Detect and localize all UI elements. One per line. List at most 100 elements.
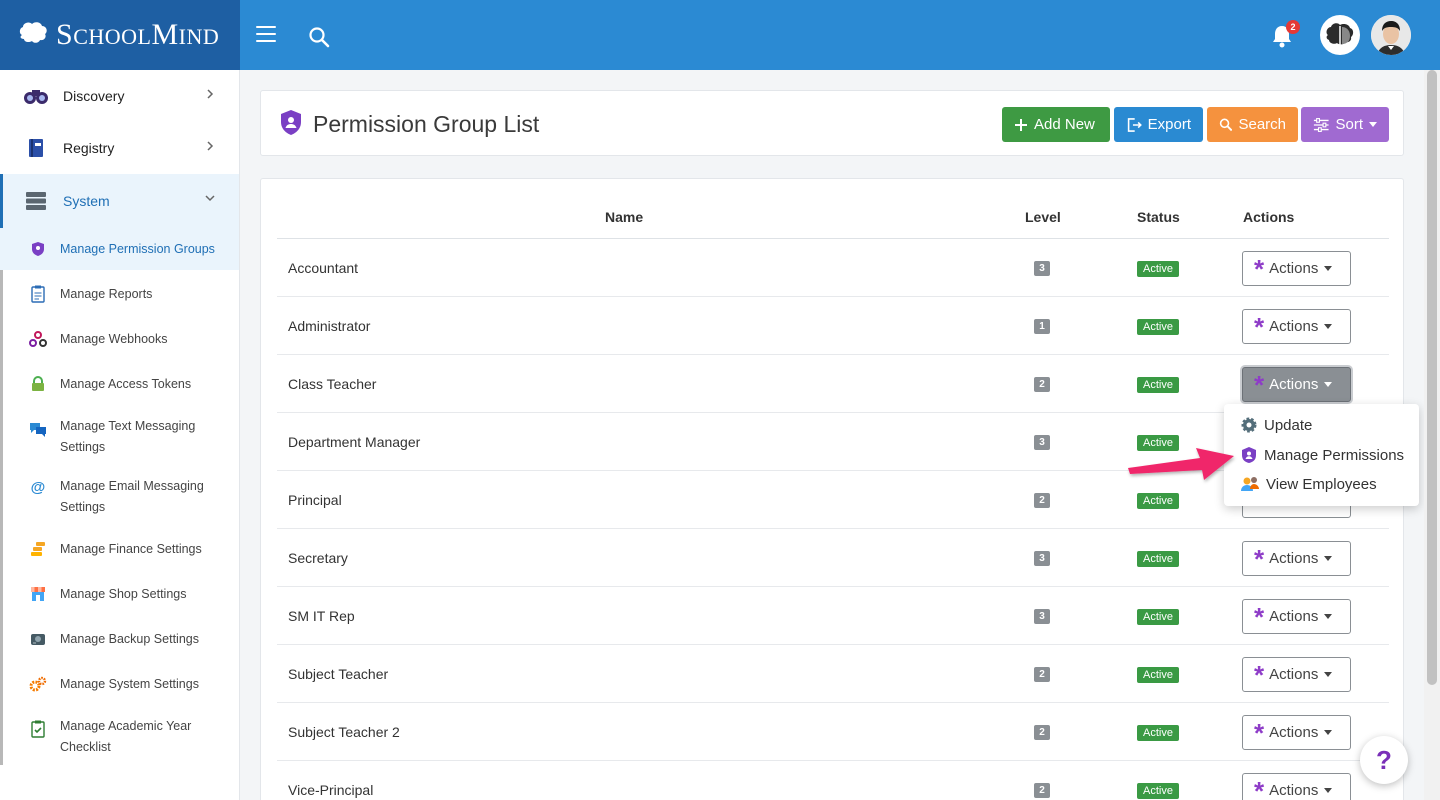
export-icon bbox=[1127, 117, 1142, 132]
lock-icon bbox=[28, 374, 48, 394]
search-icon[interactable] bbox=[308, 26, 330, 48]
sidebar-item-manage-permission-groups[interactable]: Manage Permission Groups bbox=[0, 228, 239, 270]
manage-permissions-label: Manage Permissions bbox=[1264, 446, 1405, 464]
sidebar-item-manage-system-settings[interactable]: Manage System Settings bbox=[0, 660, 239, 705]
actions-dropdown-button[interactable]: *Actions bbox=[1242, 773, 1351, 800]
level-badge: 3 bbox=[1034, 261, 1050, 276]
chevron-right-icon bbox=[207, 141, 214, 151]
actions-dropdown-button[interactable]: *Actions bbox=[1242, 541, 1351, 576]
caret-down-icon bbox=[1324, 266, 1333, 271]
group-name-cell: Secretary bbox=[288, 550, 348, 566]
sidebar-item-manage-webhooks[interactable]: Manage Webhooks bbox=[0, 315, 239, 360]
page-header: Permission Group List Add New Export Sea… bbox=[260, 90, 1404, 156]
actions-label: Actions bbox=[1269, 550, 1319, 567]
status-badge: Active bbox=[1137, 493, 1179, 509]
group-name-cell: Principal bbox=[288, 492, 342, 508]
add-new-label: Add New bbox=[1034, 116, 1095, 133]
asterisk-icon: * bbox=[1254, 601, 1265, 632]
scrollbar-thumb[interactable] bbox=[1427, 70, 1437, 685]
level-badge: 3 bbox=[1034, 435, 1050, 450]
actions-dropdown-button[interactable]: *Actions bbox=[1242, 367, 1351, 402]
shield-user-icon bbox=[28, 239, 48, 259]
add-new-button[interactable]: Add New bbox=[1002, 107, 1110, 142]
table-row: Accountant 3 Active * Actions bbox=[277, 239, 1389, 297]
status-badge: Active bbox=[1137, 725, 1179, 741]
asterisk-icon: * bbox=[1254, 253, 1265, 284]
status-badge: Active bbox=[1137, 377, 1179, 393]
sidebar-item-registry[interactable]: Registry bbox=[0, 122, 239, 174]
at-sign-icon: @ bbox=[30, 478, 46, 496]
checklist-clipboard-icon bbox=[28, 719, 48, 739]
sidebar-item-manage-access-tokens[interactable]: Manage Access Tokens bbox=[0, 360, 239, 405]
group-name-cell: Vice-Principal bbox=[288, 782, 374, 798]
sidebar-item-manage-academic-year-checklist[interactable]: Manage Academic Year Checklist bbox=[0, 705, 239, 765]
search-button[interactable]: Search bbox=[1207, 107, 1298, 142]
actions-dropdown-button[interactable]: *Actions bbox=[1242, 309, 1351, 344]
caret-down-icon bbox=[1324, 382, 1333, 387]
help-button[interactable]: ? bbox=[1360, 736, 1408, 784]
coins-icon bbox=[28, 539, 48, 559]
status-badge: Active bbox=[1137, 261, 1179, 277]
sidebar-item-manage-email-messaging-settings[interactable]: @ Manage Email Messaging Settings bbox=[0, 465, 239, 525]
menu-toggle-icon[interactable] bbox=[256, 26, 276, 44]
sidebar-item-manage-text-messaging-settings[interactable]: Manage Text Messaging Settings bbox=[0, 405, 239, 465]
search-label: Search bbox=[1238, 116, 1286, 133]
actions-dropdown-button[interactable]: *Actions bbox=[1242, 251, 1351, 286]
view-employees-menu-item[interactable]: View Employees bbox=[1240, 475, 1377, 493]
gears-icon bbox=[28, 674, 48, 694]
table-row: Subject Teacher 2 2 Active * Actions bbox=[277, 703, 1389, 761]
table-row: Class Teacher 2 Active * Actions bbox=[277, 355, 1389, 413]
brand[interactable]: SCHOOLMIND bbox=[0, 0, 240, 70]
chevron-right-icon bbox=[207, 89, 214, 99]
sidebar-item-label: Manage Access Tokens bbox=[60, 377, 192, 391]
sidebar-item-label: Discovery bbox=[63, 88, 125, 104]
table-header: Name Level Status Actions bbox=[277, 179, 1389, 239]
group-name-cell: Subject Teacher bbox=[288, 666, 389, 682]
people-icon bbox=[1241, 477, 1259, 491]
pointer-arrow bbox=[1128, 448, 1234, 480]
page-title: Permission Group List bbox=[313, 111, 540, 137]
actions-label: Actions bbox=[1269, 724, 1319, 741]
group-name-cell: Class Teacher bbox=[288, 376, 377, 392]
view-employees-label: View Employees bbox=[1266, 475, 1377, 493]
shop-icon bbox=[28, 584, 48, 604]
actions-dropdown-button[interactable]: *Actions bbox=[1242, 599, 1351, 634]
export-label: Export bbox=[1147, 116, 1191, 133]
gear-icon bbox=[1241, 417, 1257, 433]
sidebar-item-system[interactable]: System bbox=[0, 174, 239, 228]
level-badge: 3 bbox=[1034, 551, 1050, 566]
actions-dropdown-button[interactable]: *Actions bbox=[1242, 715, 1351, 750]
sidebar-item-label: Manage Reports bbox=[60, 287, 153, 301]
sidebar-item-manage-shop-settings[interactable]: Manage Shop Settings bbox=[0, 570, 239, 615]
table-row: Vice-Principal 2 Active * Actions bbox=[277, 761, 1389, 800]
system-submenu: Manage Permission Groups Manage Reports … bbox=[0, 228, 239, 765]
export-button[interactable]: Export bbox=[1114, 107, 1203, 142]
column-header-name[interactable]: Name bbox=[605, 209, 643, 225]
status-badge: Active bbox=[1137, 609, 1179, 625]
group-name-cell: SM IT Rep bbox=[288, 608, 355, 624]
sidebar-item-label: Manage Finance Settings bbox=[60, 542, 202, 556]
sidebar-item-discovery[interactable]: Discovery bbox=[0, 70, 239, 122]
manage-permissions-menu-item[interactable]: Manage Permissions bbox=[1240, 446, 1404, 464]
notification-count-badge: 2 bbox=[1286, 20, 1300, 34]
asterisk-icon: * bbox=[1254, 543, 1265, 574]
actions-dropdown-button[interactable]: *Actions bbox=[1242, 657, 1351, 692]
top-bar: SCHOOLMIND 2 bbox=[0, 0, 1440, 70]
update-menu-item[interactable]: Update bbox=[1240, 416, 1312, 434]
column-header-status[interactable]: Status bbox=[1137, 209, 1180, 225]
binoculars-icon bbox=[22, 85, 50, 107]
registry-book-icon bbox=[22, 137, 50, 159]
user-avatar[interactable] bbox=[1371, 15, 1411, 55]
level-badge: 2 bbox=[1034, 377, 1050, 392]
level-badge: 1 bbox=[1034, 319, 1050, 334]
asterisk-icon: * bbox=[1254, 717, 1265, 748]
brain-logo-icon bbox=[19, 22, 47, 43]
sidebar-item-manage-reports[interactable]: Manage Reports bbox=[0, 270, 239, 315]
sort-button[interactable]: Sort bbox=[1301, 107, 1389, 142]
sidebar-item-manage-finance-settings[interactable]: Manage Finance Settings bbox=[0, 525, 239, 570]
page-scrollbar[interactable] bbox=[1424, 70, 1440, 800]
column-header-actions: Actions bbox=[1243, 209, 1295, 225]
sidebar-item-manage-backup-settings[interactable]: Manage Backup Settings bbox=[0, 615, 239, 660]
school-avatar[interactable] bbox=[1320, 15, 1360, 55]
column-header-level[interactable]: Level bbox=[1025, 209, 1061, 225]
